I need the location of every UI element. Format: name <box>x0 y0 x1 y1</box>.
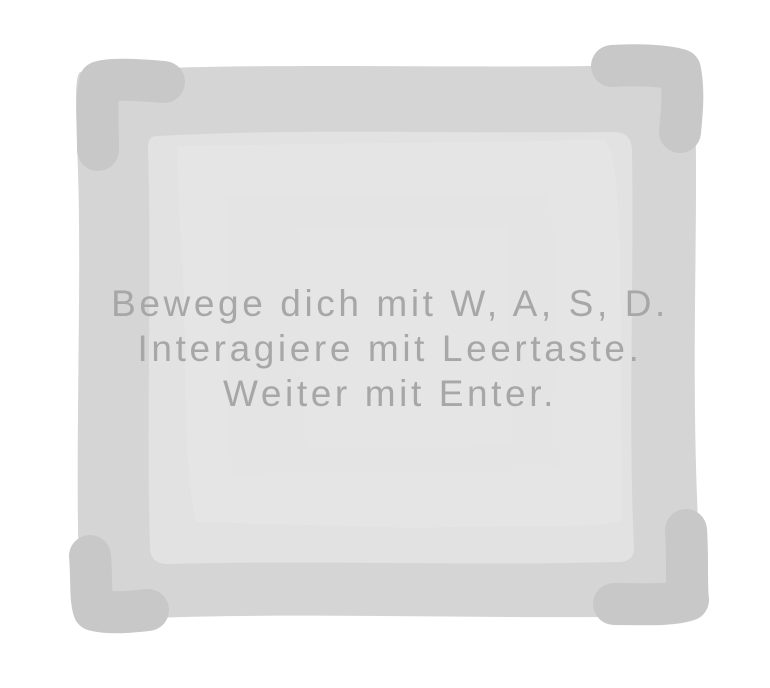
tutorial-dialog: Bewege dich mit W, A, S, D. Interagiere … <box>0 0 770 688</box>
instruction-line-interact: Interagiere mit Leertaste. <box>137 328 643 369</box>
instruction-line-move: Bewege dich mit W, A, S, D. <box>111 283 669 324</box>
instruction-text: Bewege dich mit W, A, S, D. Interagiere … <box>0 281 770 416</box>
instruction-line-continue: Weiter mit Enter. <box>223 373 557 414</box>
